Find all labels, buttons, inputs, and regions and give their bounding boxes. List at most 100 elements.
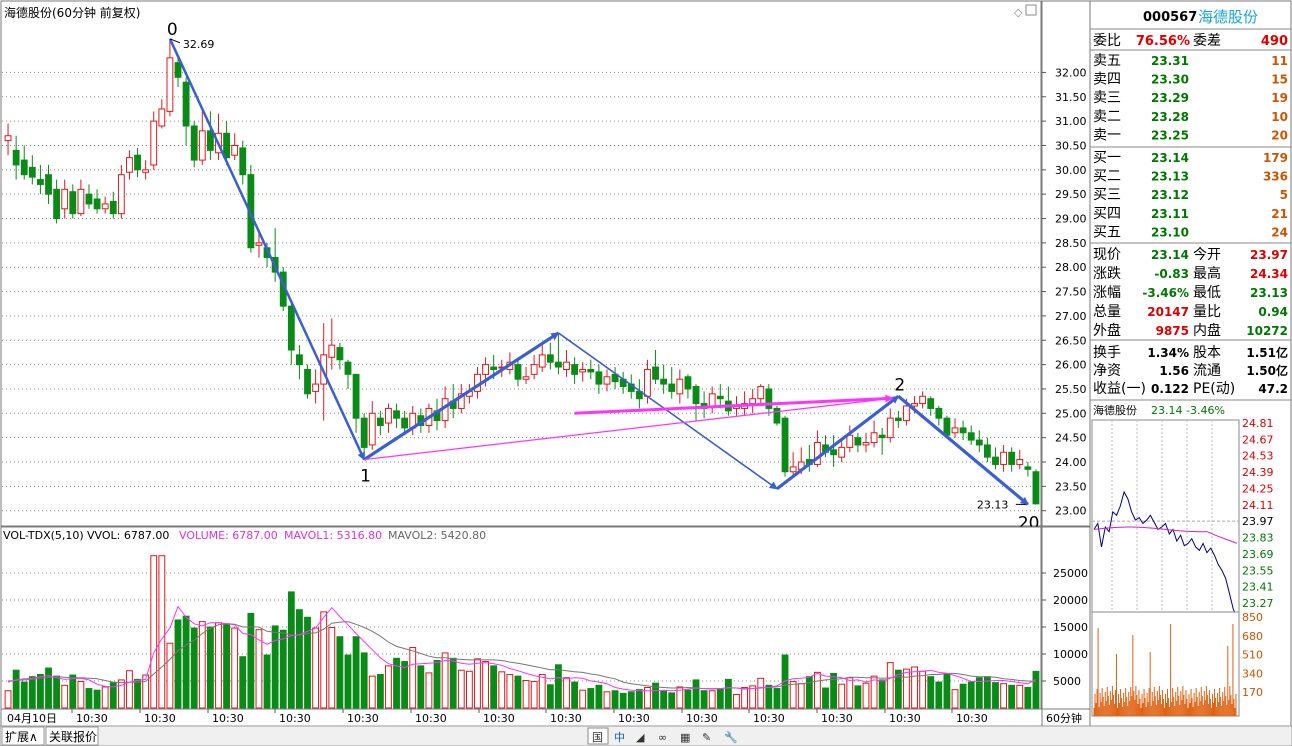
vol-vvol: VVOL: 6787.00 [87, 529, 169, 542]
bid-volume: 21 [1271, 207, 1288, 221]
x-axis-label: 10:30 [889, 712, 921, 725]
price-tick-label: 27.50 [1055, 286, 1087, 299]
bid-volume: 179 [1263, 151, 1288, 165]
volume-bar [239, 656, 247, 709]
volume-bar [498, 671, 506, 709]
low-price-annotation: 23.13 [977, 498, 1009, 511]
volume-bar [77, 681, 85, 709]
volume-bar [992, 682, 999, 709]
x-axis-label: 10:30 [956, 712, 988, 725]
volume-bar [474, 658, 481, 709]
candle-body [1024, 466, 1032, 470]
candle-body [360, 417, 368, 448]
wei-bi-label: 委比 [1093, 33, 1121, 49]
fundamental-label: 股本 [1193, 345, 1221, 361]
ask-label: 卖四 [1093, 72, 1121, 88]
volume-bar [401, 661, 409, 709]
price-tick-label: 30.50 [1055, 139, 1087, 152]
candle-body [951, 427, 959, 434]
wave-label: 0 [167, 20, 178, 40]
mini-pct: -3.46% [1186, 404, 1225, 417]
ask-volume: 15 [1271, 73, 1288, 87]
volume-bar [514, 675, 522, 709]
ask-volume: 20 [1271, 128, 1288, 142]
volume-bar [967, 681, 975, 709]
x-axis-label: 10:30 [618, 712, 650, 725]
volume-bar [1008, 684, 1016, 709]
volume-bar [716, 688, 724, 709]
tool-icon: ▦ [680, 731, 690, 744]
candle-body [975, 439, 983, 446]
candle-body [174, 62, 182, 78]
bottom-tab-label: 扩展∧ [5, 730, 38, 744]
volume-bar [854, 685, 862, 709]
volume-bar [101, 686, 109, 709]
mini-vol-tick: 850 [1242, 611, 1263, 624]
volume-axis-ticks: 25000 20000 15000 10000 5000 [1040, 526, 1091, 710]
fundamental-value: 47.2 [1258, 382, 1288, 396]
mini-price-tick: 24.67 [1242, 433, 1274, 446]
candle-body [854, 437, 862, 446]
volume-bar [336, 636, 344, 709]
volume-bar [603, 691, 611, 709]
candle-body [919, 395, 927, 405]
volume-bar [627, 691, 635, 709]
candle-body [684, 376, 692, 390]
quote-label: 涨幅 [1093, 285, 1121, 301]
candle-body [530, 364, 538, 375]
volume-bar [733, 694, 740, 709]
volume-bar [20, 681, 28, 709]
candle-body [514, 364, 522, 380]
mini-price: 23.14 [1151, 404, 1183, 417]
quote-label: 内盘 [1193, 322, 1221, 339]
bid-price: 23.14 [1151, 151, 1189, 165]
volume-bar [490, 665, 498, 709]
volume-bar [975, 677, 983, 709]
diamond-icon[interactable]: ◇ [1014, 6, 1023, 19]
candle-body [12, 149, 20, 166]
volume-bar [37, 674, 44, 709]
candle-body [287, 305, 295, 351]
candle-body [571, 364, 579, 375]
mini-intraday-chart: 海德股份 23.14 -3.46% 24.81 24.67 24.53 24.39 24.25… [1089, 403, 1292, 746]
volume-bar [838, 683, 846, 709]
candle-body [45, 174, 52, 195]
candle-body [344, 361, 352, 375]
tool-icon: 🔧 [724, 730, 738, 744]
volume-panel[interactable] [0, 526, 1043, 710]
volume-bar [684, 689, 692, 709]
volume-tick-label: 5000 [1053, 675, 1081, 688]
price-panel[interactable] [0, 0, 1043, 527]
stock-chart-canvas[interactable]: 32.00 31.50 31.00 30.50 30.00 29.50 29.00 28.50… [0, 0, 1292, 746]
volume-bar [546, 684, 554, 709]
candle-body [142, 169, 150, 173]
quote-value: 20147 [1147, 305, 1189, 319]
tool-icon: 国 [592, 731, 603, 744]
volume-tick-label: 20000 [1053, 594, 1088, 607]
candle-body [903, 405, 910, 422]
volume-bar [28, 676, 36, 709]
quote-label: 量比 [1193, 304, 1221, 320]
candle-body [773, 407, 781, 424]
volume-bar [563, 677, 570, 709]
candle-body [158, 108, 166, 127]
candle-body [304, 368, 311, 395]
mini-price-tick: 23.83 [1242, 532, 1274, 545]
panel-close-box[interactable] [1025, 4, 1037, 16]
candle-body [781, 417, 789, 473]
volume-bar [215, 622, 222, 709]
volume-bar [85, 688, 93, 709]
volume-bar [538, 674, 546, 709]
volume-legend: VOL-TDX(5,10) VVOL: 6787.00 VOLUME: 6787… [3, 529, 486, 542]
volume-bar [449, 657, 457, 709]
price-tick-label: 28.50 [1055, 237, 1087, 250]
volume-bar [150, 555, 158, 709]
candle-body [846, 434, 854, 448]
ask-price: 23.30 [1151, 73, 1189, 87]
mini-price-tick: 23.97 [1242, 515, 1274, 528]
candle-body [255, 242, 263, 246]
volume-bar [611, 690, 619, 709]
wei-bi-value: 76.56% [1136, 34, 1190, 49]
candle-body [352, 373, 360, 419]
volume-bar [579, 689, 587, 709]
